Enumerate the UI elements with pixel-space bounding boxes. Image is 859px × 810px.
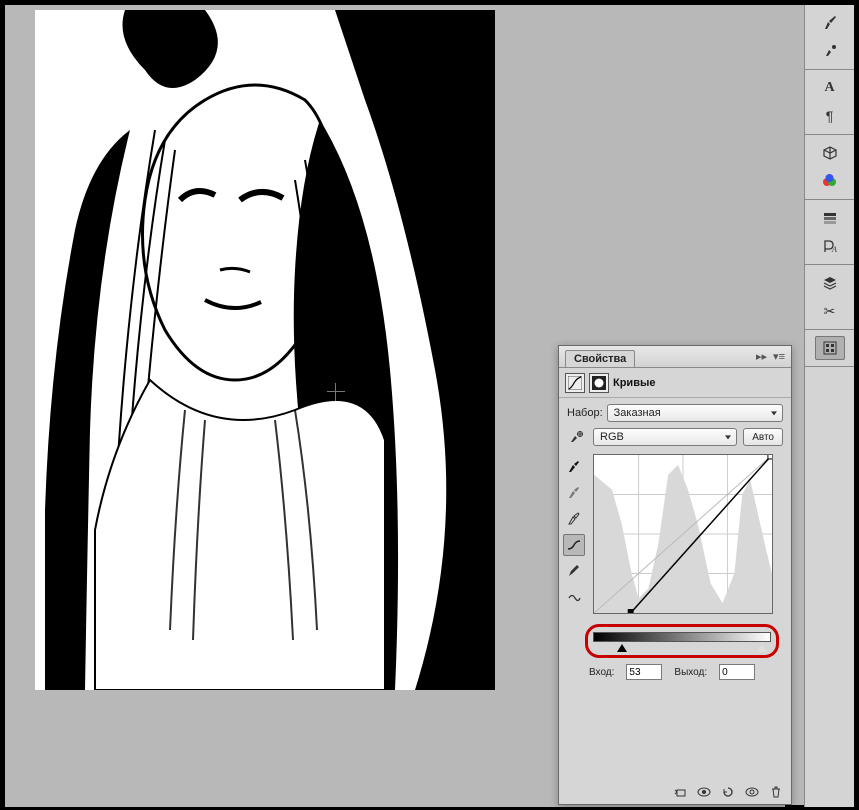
panel-menu-icon[interactable]: ▾≡ (773, 350, 785, 363)
paths-icon[interactable]: A (815, 234, 845, 258)
eyedropper-gray-icon[interactable] (563, 482, 585, 504)
app-frame: A ¶ A ✂ (4, 4, 855, 806)
layers-icon[interactable] (815, 271, 845, 295)
right-dock: A ¶ A ✂ (804, 5, 854, 807)
materials-icon[interactable] (815, 169, 845, 193)
input-output-row: Вход: Выход: (589, 664, 783, 680)
input-value-field[interactable] (626, 664, 662, 680)
curves-area (593, 454, 781, 630)
panel-footer (671, 784, 785, 800)
eyedropper-black-icon[interactable] (563, 456, 585, 478)
properties-panel: Свойства ▸▸ ▾≡ Кривые Набор: Заказная (558, 345, 792, 805)
black-point-handle[interactable] (617, 644, 627, 652)
reset-icon[interactable] (719, 784, 737, 800)
channels-icon[interactable] (815, 206, 845, 230)
curves-graph[interactable] (593, 454, 773, 614)
preset-dropdown[interactable]: Заказная (607, 404, 783, 422)
input-slider-area (585, 624, 779, 658)
collapse-icon[interactable]: ▸▸ (756, 350, 767, 363)
visibility-icon[interactable] (743, 784, 761, 800)
svg-text:A: A (831, 245, 837, 254)
adjustment-title: Кривые (613, 377, 655, 389)
preset-label: Набор: (567, 407, 603, 419)
channel-dropdown[interactable]: RGB (593, 428, 737, 446)
adjustments-icon[interactable]: ✂ (815, 299, 845, 323)
target-adjustment-tool-icon[interactable] (567, 428, 587, 446)
input-gradient-bar[interactable] (593, 632, 771, 642)
delete-icon[interactable] (767, 784, 785, 800)
output-label: Выход: (674, 667, 707, 678)
brushes-icon[interactable] (815, 11, 845, 35)
panel-tab-bar: Свойства ▸▸ ▾≡ (559, 346, 791, 368)
eyedropper-white-icon[interactable] (563, 508, 585, 530)
curves-tool-column (563, 456, 587, 608)
smooth-curve-icon[interactable] (563, 586, 585, 608)
panel-tab-properties[interactable]: Свойства (565, 350, 635, 367)
view-previous-state-icon[interactable] (695, 784, 713, 800)
pencil-curve-tool-icon[interactable] (563, 560, 585, 582)
white-point-handle[interactable] (757, 644, 767, 652)
canvas-document[interactable] (35, 10, 495, 690)
brush-presets-icon[interactable] (815, 39, 845, 63)
clip-to-layer-icon[interactable] (671, 784, 689, 800)
properties-icon[interactable] (815, 336, 845, 360)
auto-button[interactable]: Авто (743, 428, 783, 446)
3d-icon[interactable] (815, 141, 845, 165)
curve-point-tool-icon[interactable] (563, 534, 585, 556)
paragraph-icon[interactable]: ¶ (815, 104, 845, 128)
layer-mask-icon (589, 373, 609, 393)
input-label: Вход: (589, 667, 614, 678)
adjustment-header: Кривые (559, 368, 791, 398)
character-icon[interactable]: A (815, 76, 845, 100)
output-value-field[interactable] (719, 664, 755, 680)
curves-adjustment-icon (565, 373, 585, 393)
